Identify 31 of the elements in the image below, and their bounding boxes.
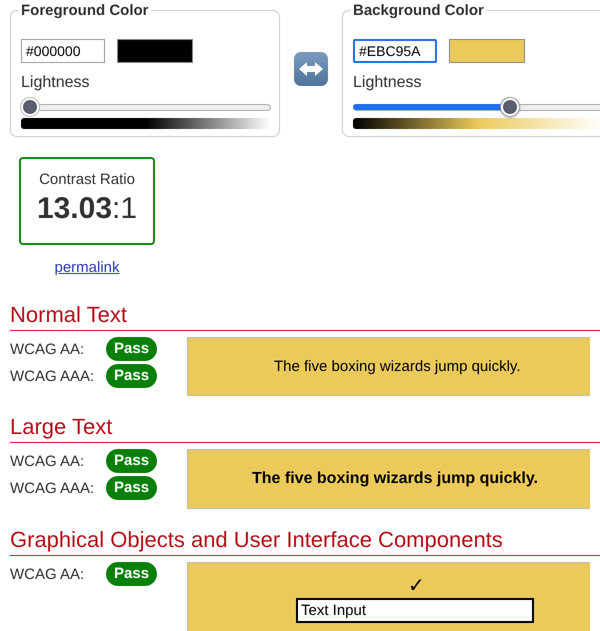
slider-label: Lightness: [21, 74, 90, 92]
check-label: WCAG AAA:: [10, 368, 96, 384]
check-label: WCAG AA:: [10, 566, 86, 582]
panel-title: Background Color: [351, 2, 486, 19]
sample-text: The five boxing wizards jump quickly.: [274, 358, 520, 375]
result-badge: Pass: [106, 476, 158, 500]
panel-title: Foreground Color: [19, 2, 150, 19]
result-badge: Pass: [106, 562, 158, 586]
hex-input-field[interactable]: #000000: [21, 39, 105, 63]
contrast-label: Contrast Ratio: [39, 171, 135, 188]
hex-input-field[interactable]: #EBC95A: [353, 39, 437, 63]
slider-thumb[interactable]: [21, 98, 39, 116]
result-badge: Pass: [106, 337, 158, 361]
slider-thumb[interactable]: [501, 98, 520, 116]
result-badge: Pass: [106, 449, 158, 473]
check-label: WCAG AA:: [10, 452, 86, 470]
permalink-link[interactable]: permalink: [19, 259, 155, 276]
contrast-value: 13.03:1: [36, 192, 138, 226]
swap-button[interactable]: [294, 52, 328, 86]
lightness-slider[interactable]: [353, 98, 600, 116]
section-heading: Large Text: [10, 414, 114, 440]
checkmark: ✓: [408, 575, 425, 597]
result-badge: Pass: [106, 364, 158, 388]
check-label: WCAG AA:: [10, 340, 86, 358]
slider-label: Lightness: [353, 74, 422, 92]
text-input-field[interactable]: Text Input: [296, 598, 534, 623]
check-label: WCAG AAA:: [10, 480, 96, 496]
lightness-slider[interactable]: [21, 98, 271, 116]
sample-text: The five boxing wizards jump quickly.: [252, 470, 538, 488]
section-heading: Graphical Objects and User Interface Components: [10, 527, 504, 553]
section-heading: Normal Text: [10, 302, 128, 328]
